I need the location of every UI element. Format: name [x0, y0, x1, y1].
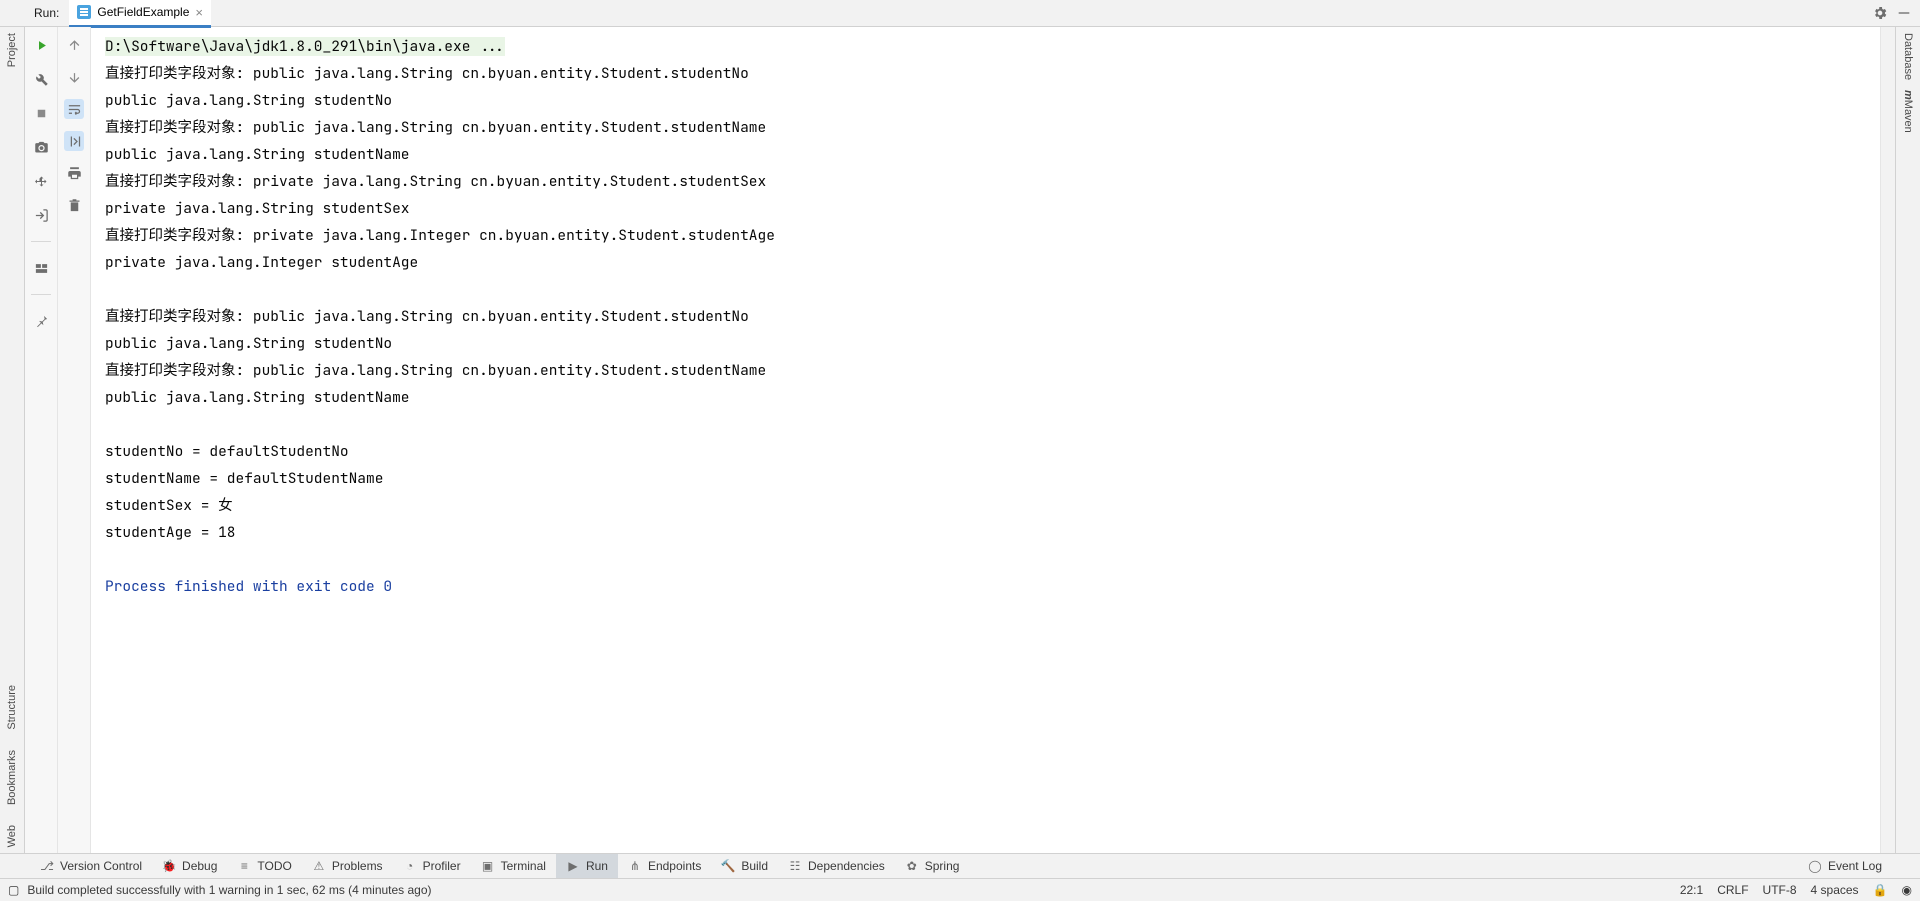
profiler-tab[interactable]: ◔Profiler: [393, 854, 471, 878]
todo-tab[interactable]: ≡TODO: [227, 854, 301, 878]
debug-tab[interactable]: 🐞Debug: [152, 854, 227, 878]
bookmarks-tool-button[interactable]: Bookmarks: [6, 750, 18, 805]
separator: [31, 294, 51, 295]
console-line: studentName = defaultStudentName: [105, 469, 383, 488]
todo-icon: ≡: [237, 859, 251, 873]
settings-icon[interactable]: [1872, 5, 1888, 21]
tool-windows-icon[interactable]: ▢: [8, 883, 19, 897]
console-line: private java.lang.Integer studentAge: [105, 253, 418, 272]
endpoints-icon: ⋔: [628, 859, 642, 873]
console-line: 直接打印类字段对象: private java.lang.Integer cn.…: [105, 226, 775, 245]
hammer-icon: 🔨: [721, 859, 735, 873]
camera-icon[interactable]: [31, 137, 51, 157]
console-line: public java.lang.String studentNo: [105, 91, 392, 110]
console-line: studentSex = 女: [105, 496, 233, 515]
console-line: 直接打印类字段对象: private java.lang.String cn.b…: [105, 172, 766, 191]
line-separator[interactable]: CRLF: [1717, 883, 1748, 897]
run-tab-title: GetFieldExample: [97, 5, 189, 19]
console-line: public java.lang.String studentName: [105, 145, 410, 164]
attach-debugger-icon[interactable]: [31, 171, 51, 191]
console-line: 直接打印类字段对象: public java.lang.String cn.by…: [105, 307, 749, 326]
build-tab[interactable]: 🔨Build: [711, 854, 778, 878]
run-label: Run:: [34, 6, 59, 20]
print-icon[interactable]: [64, 163, 84, 183]
rerun-icon[interactable]: [31, 35, 51, 55]
caret-position[interactable]: 22:1: [1680, 883, 1703, 897]
close-tab-icon[interactable]: ×: [195, 5, 203, 20]
run-tab-getfieldexample[interactable]: GetFieldExample ×: [69, 0, 211, 28]
process-exit-line: Process finished with exit code 0: [105, 577, 392, 596]
dependencies-tab[interactable]: ☷Dependencies: [778, 854, 895, 878]
wrench-icon[interactable]: [31, 69, 51, 89]
play-icon: ▶: [566, 859, 580, 873]
problems-tab[interactable]: ⚠Problems: [302, 854, 393, 878]
terminal-tab[interactable]: ▣Terminal: [471, 854, 556, 878]
console-line: 直接打印类字段对象: public java.lang.String cn.by…: [105, 64, 749, 83]
vertical-scrollbar[interactable]: [1880, 27, 1895, 853]
indent-setting[interactable]: 4 spaces: [1811, 883, 1859, 897]
structure-tool-button[interactable]: Structure: [6, 685, 18, 730]
console-line: public java.lang.String studentName: [105, 388, 410, 407]
command-line: D:\Software\Java\jdk1.8.0_291\bin\java.e…: [105, 37, 505, 56]
console-output[interactable]: D:\Software\Java\jdk1.8.0_291\bin\java.e…: [91, 27, 1880, 853]
layout-icon[interactable]: [31, 258, 51, 278]
spring-icon: ✿: [905, 859, 919, 873]
file-encoding[interactable]: UTF-8: [1763, 883, 1797, 897]
pin-icon[interactable]: [31, 311, 51, 331]
java-class-icon: [77, 5, 91, 19]
database-tool-button[interactable]: Database: [1902, 33, 1914, 80]
console-line: 直接打印类字段对象: public java.lang.String cn.by…: [105, 361, 766, 380]
console-line: 直接打印类字段对象: public java.lang.String cn.by…: [105, 118, 766, 137]
console-line: public java.lang.String studentNo: [105, 334, 392, 353]
run-tool-header: Run: GetFieldExample ×: [0, 0, 1920, 27]
up-arrow-icon[interactable]: [64, 35, 84, 55]
bottom-tool-tabs: ⎇Version Control 🐞Debug ≡TODO ⚠Problems …: [0, 853, 1920, 878]
stop-icon[interactable]: [31, 103, 51, 123]
console-line: studentNo = defaultStudentNo: [105, 442, 349, 461]
right-tool-rail: Database mMaven: [1895, 27, 1920, 853]
left-tool-rail: Project Structure Bookmarks Web: [0, 27, 25, 853]
event-log-icon: ◯: [1808, 859, 1822, 873]
event-log-tab[interactable]: ◯Event Log: [1798, 854, 1892, 878]
endpoints-tab[interactable]: ⋔Endpoints: [618, 854, 711, 878]
web-tool-button[interactable]: Web: [6, 825, 18, 847]
project-tool-button[interactable]: Project: [6, 33, 18, 67]
separator: [31, 241, 51, 242]
console-line: private java.lang.String studentSex: [105, 199, 410, 218]
soft-wrap-icon[interactable]: [64, 99, 84, 119]
run-tab[interactable]: ▶Run: [556, 854, 618, 878]
version-control-tab[interactable]: ⎇Version Control: [30, 854, 152, 878]
status-bar: ▢ Build completed successfully with 1 wa…: [0, 878, 1920, 901]
branch-icon: ⎇: [40, 859, 54, 873]
console-toolbar-gutter: [58, 27, 91, 853]
dependencies-icon: ☷: [788, 859, 802, 873]
console-line: studentAge = 18: [105, 523, 236, 542]
bug-icon: 🐞: [162, 859, 176, 873]
ide-status-icon[interactable]: ◉: [1902, 883, 1912, 897]
run-actions-gutter: [25, 27, 58, 853]
exit-icon[interactable]: [31, 205, 51, 225]
profiler-icon: ◔: [403, 859, 417, 873]
minimize-icon[interactable]: [1896, 5, 1912, 21]
clear-all-icon[interactable]: [64, 195, 84, 215]
readonly-lock-icon[interactable]: 🔒: [1873, 883, 1888, 897]
maven-tool-button[interactable]: mMaven: [1902, 90, 1914, 133]
scroll-to-end-icon[interactable]: [64, 131, 84, 151]
terminal-icon: ▣: [481, 859, 495, 873]
status-message: Build completed successfully with 1 warn…: [27, 883, 431, 897]
spring-tab[interactable]: ✿Spring: [895, 854, 970, 878]
warning-icon: ⚠: [312, 859, 326, 873]
down-arrow-icon[interactable]: [64, 67, 84, 87]
